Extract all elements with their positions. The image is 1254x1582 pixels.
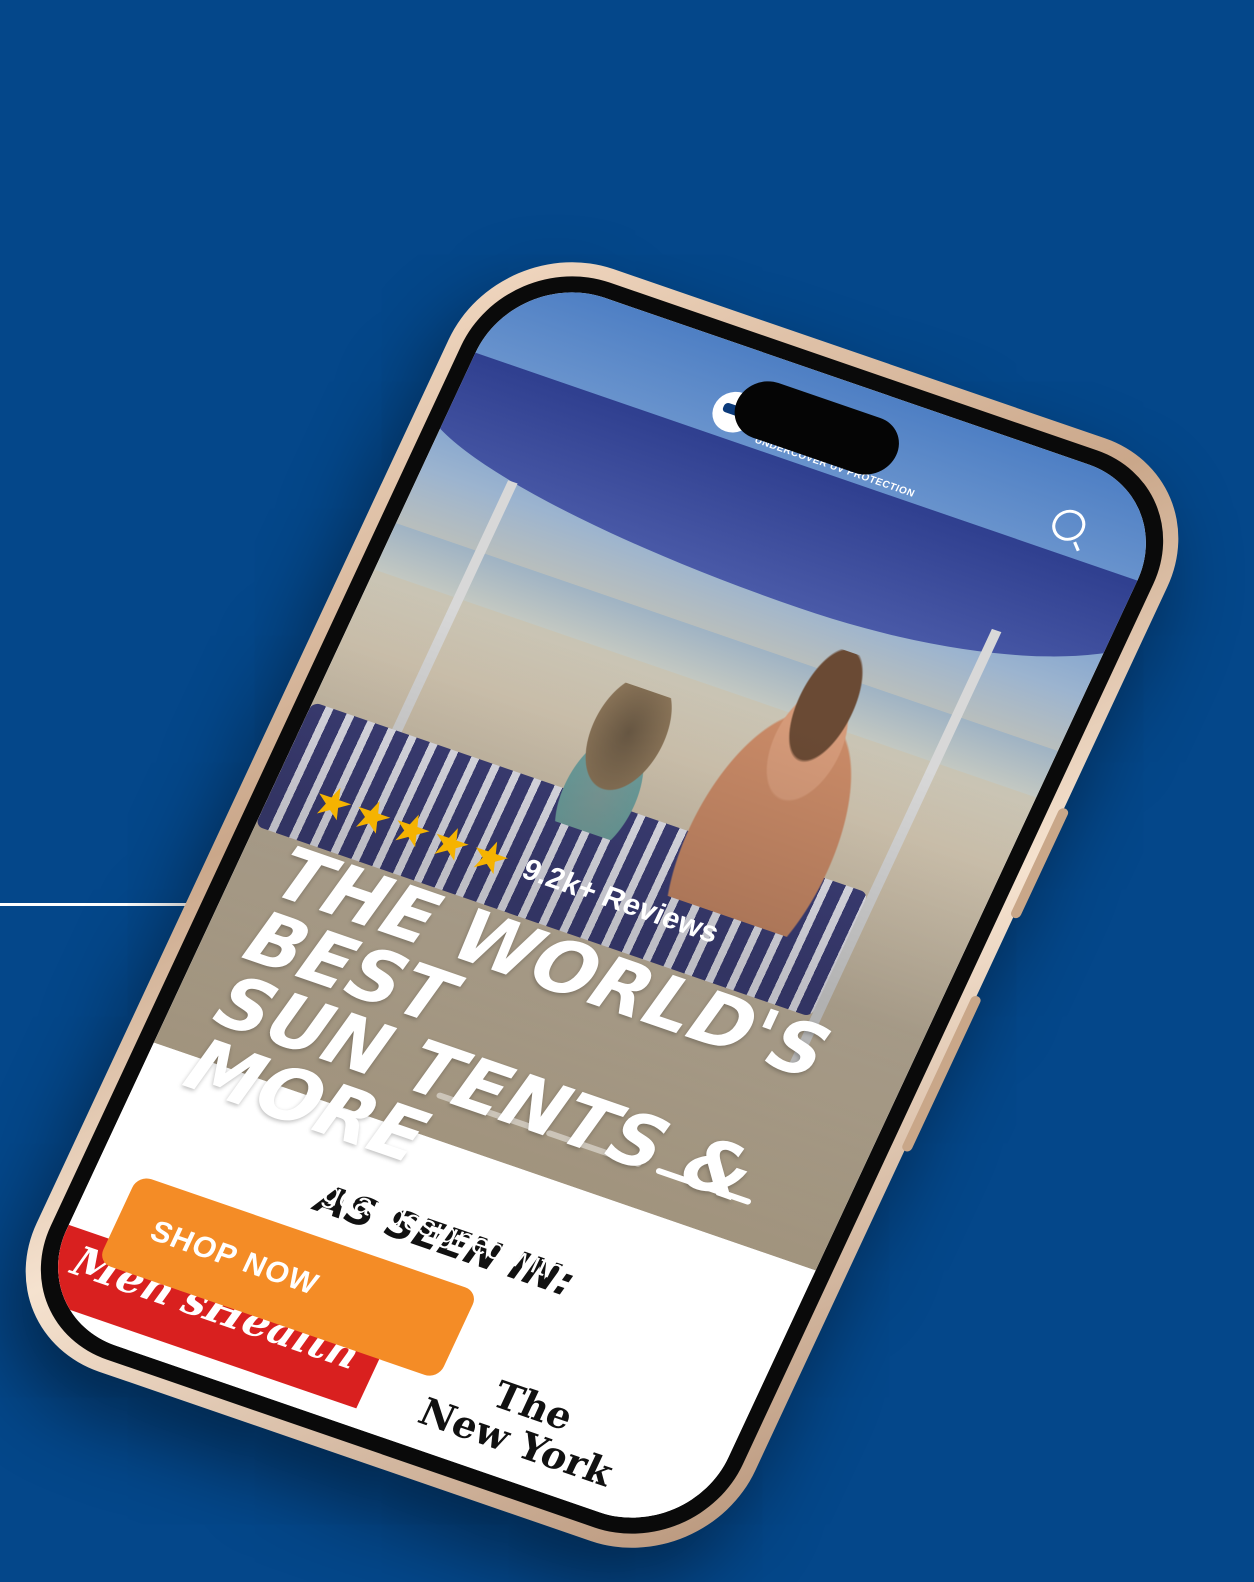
phone-screen: NEOJA UNDERCOVER UV PROTECTION ★★★★★ 9.2… [26, 267, 1178, 1543]
accent-line [0, 903, 200, 906]
